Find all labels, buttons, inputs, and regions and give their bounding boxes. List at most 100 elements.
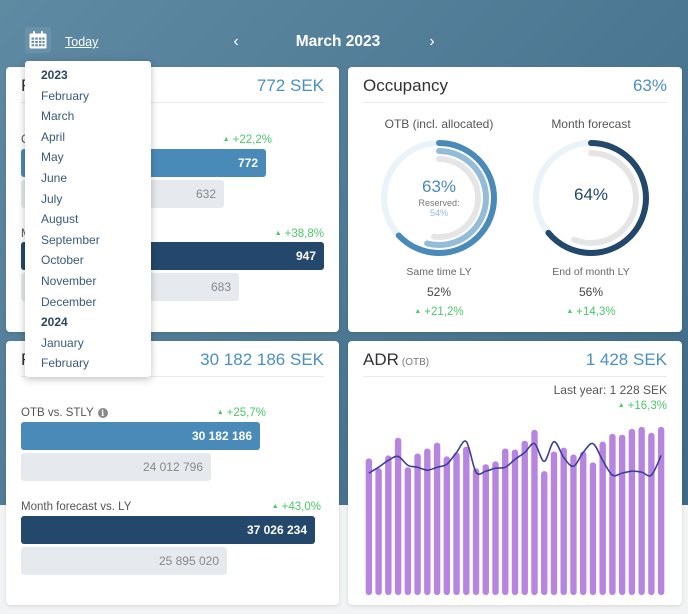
today-link[interactable]: Today bbox=[65, 35, 98, 49]
adr-bar bbox=[463, 446, 470, 595]
month-picker-dropdown: 2023 February March April May June July August S… bbox=[25, 61, 151, 377]
dropdown-month-item[interactable]: March bbox=[25, 106, 151, 127]
next-month-button[interactable]: › bbox=[424, 33, 440, 51]
up-triangle-icon: ▲ bbox=[222, 136, 230, 143]
card-value: 772 SEK bbox=[256, 76, 324, 95]
adr-bar bbox=[648, 432, 655, 595]
adr-bar bbox=[579, 451, 587, 595]
row-label: Month forecast vs. LY bbox=[21, 501, 132, 513]
prev-month-button[interactable]: ‹ bbox=[228, 33, 244, 51]
otb-column: OTB (incl. allocated) bbox=[364, 117, 514, 131]
occupancy-card: Occupancy 63% OTB (incl. allocated) 63% … bbox=[348, 67, 682, 332]
otb-bar: 30 182 186 bbox=[21, 422, 260, 450]
dropdown-month-item[interactable]: September bbox=[25, 230, 151, 251]
adr-bar bbox=[482, 464, 489, 595]
otb-compare: Same time LY 52% ▲ +21,2% bbox=[364, 266, 514, 318]
row-label-text: OTB vs. STLY bbox=[21, 407, 94, 419]
info-icon[interactable]: i bbox=[97, 408, 108, 418]
adr-bar bbox=[657, 426, 665, 595]
month-title: March 2023 bbox=[295, 33, 381, 50]
last-year-bar: 25 895 020 bbox=[21, 547, 227, 575]
card-value: 63% bbox=[632, 76, 667, 95]
bar-value: 25 895 020 bbox=[158, 554, 219, 568]
delta-badge: ▲ +14,3% bbox=[516, 306, 666, 318]
adr-bar bbox=[385, 455, 392, 595]
revenue-card: R 30 182 186 SEK OTB vs. STLYi ▲+25,7% 3… bbox=[6, 341, 339, 605]
bar-value: 683 bbox=[210, 280, 231, 294]
reserved-label: Reserved: bbox=[418, 198, 460, 208]
forecast-donut: 64% bbox=[532, 139, 650, 257]
otb-center-value: 63% bbox=[421, 177, 457, 196]
header: Today ‹ March 2023 › bbox=[0, 0, 688, 62]
dropdown-month-item[interactable]: July bbox=[25, 189, 151, 210]
adr-bar bbox=[541, 471, 548, 595]
dropdown-month-item[interactable]: April bbox=[25, 127, 151, 148]
adr-bar bbox=[609, 433, 616, 595]
dropdown-month-item[interactable]: January bbox=[25, 333, 151, 354]
dropdown-month-item[interactable]: August bbox=[25, 209, 151, 230]
forecast-column: Month forecast bbox=[516, 117, 666, 131]
delta-badge: ▲ +43,0% bbox=[272, 501, 321, 513]
bar-value: 24 012 796 bbox=[142, 460, 203, 474]
adr-bar bbox=[414, 453, 421, 595]
dropdown-month-item[interactable]: May bbox=[25, 147, 151, 168]
adr-bar bbox=[502, 448, 509, 595]
adr-bar bbox=[560, 447, 567, 595]
delta-badge: ▲ +22,2% bbox=[223, 134, 272, 146]
delta-badge: ▲ +21,2% bbox=[364, 306, 514, 318]
up-triangle-icon: ▲ bbox=[414, 308, 422, 315]
adr-bar bbox=[472, 468, 480, 595]
adr-bar bbox=[433, 442, 441, 595]
adr-bar bbox=[375, 468, 382, 595]
adr-chart bbox=[365, 426, 665, 595]
compare-value: 56% bbox=[578, 285, 604, 299]
calendar-button[interactable] bbox=[25, 27, 51, 53]
adr-bar bbox=[550, 451, 558, 595]
adr-bar bbox=[511, 449, 519, 595]
stly-bar: 24 012 796 bbox=[21, 453, 211, 481]
forecast-subtitle: Month forecast bbox=[551, 117, 631, 131]
adr-bar bbox=[618, 434, 626, 595]
adr-bar bbox=[570, 454, 577, 595]
forecast-bar: 37 026 234 bbox=[21, 516, 315, 544]
up-triangle-icon: ▲ bbox=[274, 230, 282, 237]
bar-value: 772 bbox=[237, 156, 258, 170]
otb-donut: 63% Reserved: 54% bbox=[380, 139, 498, 257]
dropdown-month-item[interactable]: November bbox=[25, 271, 151, 292]
adr-bar bbox=[521, 440, 528, 595]
bar-value: 947 bbox=[295, 249, 316, 263]
adr-bar bbox=[443, 456, 451, 595]
card-title: Occupancy bbox=[363, 76, 449, 95]
bar-value: 632 bbox=[195, 187, 216, 201]
up-triangle-icon: ▲ bbox=[271, 503, 279, 510]
dropdown-month-item[interactable]: February bbox=[25, 86, 151, 107]
delta-value: +25,7% bbox=[226, 407, 266, 419]
dropdown-month-item[interactable]: June bbox=[25, 168, 151, 189]
adr-bar bbox=[394, 437, 402, 595]
otb-subtitle: OTB (incl. allocated) bbox=[384, 117, 494, 131]
adr-bar bbox=[453, 452, 460, 595]
delta-value: +38,8% bbox=[284, 228, 324, 240]
dropdown-month-item[interactable]: December bbox=[25, 292, 151, 313]
forecast-compare: End of month LY 56% ▲ +14,3% bbox=[516, 266, 666, 318]
dropdown-month-item[interactable]: October bbox=[25, 250, 151, 271]
adr-bar bbox=[628, 428, 636, 595]
dropdown-month-item[interactable]: February bbox=[25, 353, 151, 374]
forecast-center-value: 64% bbox=[573, 185, 609, 204]
adr-bar bbox=[365, 458, 373, 595]
compare-label: End of month LY bbox=[552, 266, 630, 278]
adr-card: ADR (OTB) 1 428 SEK Last year: 1 228 SEK … bbox=[348, 341, 682, 605]
delta-value: +21,2% bbox=[424, 306, 464, 318]
delta-badge: ▲ +38,8% bbox=[275, 228, 324, 240]
bar-value: 37 026 234 bbox=[246, 523, 307, 537]
up-triangle-icon: ▲ bbox=[216, 409, 224, 416]
adr-bar bbox=[638, 426, 645, 595]
adr-bar bbox=[589, 462, 597, 595]
card-header: Occupancy 63% bbox=[363, 67, 667, 103]
delta-value: +14,3% bbox=[576, 306, 616, 318]
calendar-icon bbox=[29, 31, 47, 49]
bar-value: 30 182 186 bbox=[191, 429, 252, 443]
compare-value: 52% bbox=[426, 285, 452, 299]
dropdown-year-heading: 2024 bbox=[41, 315, 68, 330]
card-value: 30 182 186 SEK bbox=[200, 350, 324, 369]
